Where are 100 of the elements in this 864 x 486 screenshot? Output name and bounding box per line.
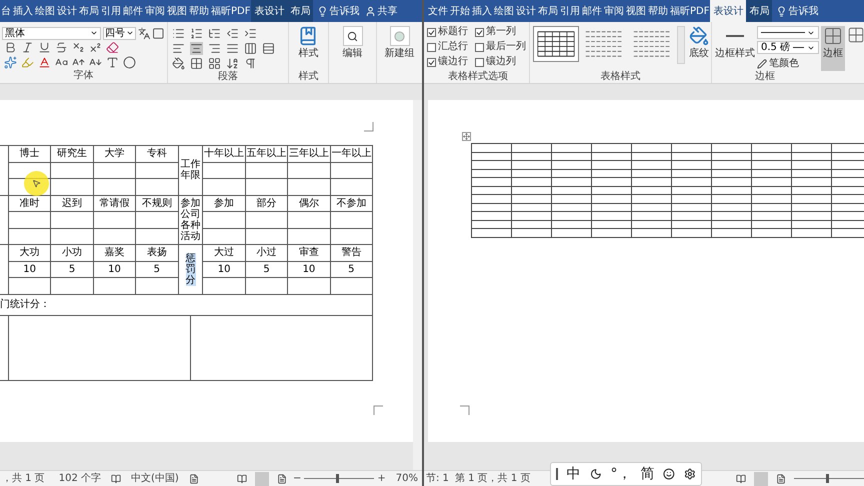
proofing-icon[interactable] — [111, 474, 121, 484]
enclose-character-icon[interactable] — [123, 56, 136, 69]
table-style-thumbnail[interactable] — [533, 26, 579, 62]
ribbon-tab[interactable]: 审阅 — [603, 0, 625, 22]
ribbon-tab[interactable]: 文件 — [427, 0, 449, 22]
moon-icon[interactable] — [590, 467, 602, 481]
ribbon-tab[interactable]: 绘图 — [493, 0, 515, 22]
checkbox[interactable]: 汇总行 — [427, 40, 471, 54]
web-layout-icon[interactable] — [776, 474, 786, 484]
ribbon-tab[interactable]: 插入 — [471, 0, 493, 22]
tell-me-button[interactable]: 告诉我 — [776, 0, 818, 22]
line-style-dropdown[interactable] — [757, 26, 819, 39]
subscript-icon[interactable] — [72, 41, 85, 54]
checkbox[interactable]: 镶边列 — [475, 55, 529, 69]
ribbon-tab[interactable]: 引用 — [100, 0, 122, 22]
styles-button[interactable]: 样式 — [298, 26, 318, 71]
pen-weight-dropdown[interactable]: 0.5 磅 — [757, 41, 819, 54]
ribbon-tab[interactable]: 布局 — [287, 0, 314, 22]
line-spacing-icon[interactable] — [262, 42, 275, 55]
asian-layout-icon[interactable] — [208, 57, 221, 70]
checkbox[interactable]: 第一列 — [475, 25, 529, 39]
read-mode-icon[interactable] — [236, 474, 247, 484]
input-mode-toggle[interactable]: 中 — [566, 464, 581, 484]
borders-icon[interactable] — [190, 57, 203, 70]
ribbon-tab[interactable]: 视图 — [625, 0, 647, 22]
text-effect-icon[interactable] — [4, 56, 17, 69]
document-icon[interactable] — [188, 474, 199, 484]
read-mode-icon[interactable] — [736, 474, 746, 484]
font-size-field[interactable]: 四号 — [102, 26, 136, 40]
character-shading-icon[interactable] — [106, 56, 119, 69]
drag-handle-icon[interactable] — [556, 468, 558, 480]
ribbon-tab[interactable]: 绘图 — [34, 0, 56, 22]
ribbon-tab[interactable]: 视图 — [166, 0, 188, 22]
script-toggle[interactable]: 简 — [640, 464, 654, 484]
align-center-button[interactable] — [190, 42, 203, 55]
checkbox[interactable]: 标题行 — [427, 25, 471, 39]
numbering-icon[interactable] — [190, 27, 203, 40]
ribbon-tab[interactable]: 引用 — [559, 0, 581, 22]
ribbon-tab[interactable]: 表设计 — [710, 0, 746, 22]
decrease-indent-icon[interactable] — [226, 27, 239, 40]
shading-icon[interactable] — [172, 57, 185, 70]
settings-icon[interactable] — [684, 467, 696, 481]
paragraph-mark-icon[interactable] — [244, 57, 257, 70]
ribbon-tab[interactable]: 福昕PDF — [210, 0, 252, 22]
font-color-icon[interactable] — [38, 56, 51, 69]
underline-icon[interactable] — [38, 41, 51, 54]
language-label[interactable]: 中文(中国) — [131, 471, 179, 486]
ribbon-tab[interactable]: 帮助 — [188, 0, 210, 22]
ribbon-tab[interactable]: 福昕PDF — [669, 0, 710, 22]
pen-color-button[interactable]: 笔颜色 — [757, 56, 819, 71]
ribbon-tab[interactable]: 设计 — [515, 0, 537, 22]
distributed-icon[interactable] — [244, 42, 257, 55]
ribbon-tab[interactable]: 邮件 — [122, 0, 144, 22]
borders-button[interactable]: 边框 — [821, 26, 845, 71]
zoom-thumb[interactable] — [336, 474, 339, 483]
ribbon-tab[interactable]: 布局 — [78, 0, 100, 22]
share-button[interactable]: 共享 — [365, 0, 398, 22]
align-left-icon[interactable] — [172, 42, 185, 55]
zoom-in-button[interactable]: + — [377, 471, 386, 486]
tell-me-button[interactable]: 告诉我 — [317, 0, 360, 22]
zoom-out-button[interactable]: − — [292, 471, 302, 486]
ribbon-tab[interactable]: 布局 — [746, 0, 772, 22]
checkbox[interactable]: 最后一列 — [475, 40, 529, 54]
ribbon-tab[interactable]: 开始 — [449, 0, 471, 22]
ribbon-tab[interactable]: 审阅 — [144, 0, 166, 22]
new-group-button[interactable]: 新建组 — [384, 26, 415, 61]
ribbon-tab[interactable]: 帮助 — [647, 0, 669, 22]
phonetic-guide-icon[interactable] — [138, 26, 150, 40]
multilevel-list-icon[interactable] — [208, 27, 221, 40]
bold-icon[interactable] — [4, 41, 17, 54]
font-name-field[interactable]: 黑体 — [2, 26, 101, 40]
scrollbar[interactable] — [413, 100, 422, 470]
zoom-percent[interactable]: 70% — [396, 471, 418, 486]
ribbon-tab[interactable]: 邮件 — [581, 0, 603, 22]
ribbon-tab[interactable]: 插入 — [12, 0, 34, 22]
clear-format-icon[interactable] — [106, 41, 119, 54]
align-right-icon[interactable] — [208, 42, 221, 55]
justify-icon[interactable] — [226, 42, 239, 55]
table-cell — [552, 170, 592, 178]
emoji-icon[interactable] — [663, 467, 676, 481]
border-styles-button[interactable]: 边框样式 — [715, 26, 755, 71]
table-cell — [752, 186, 792, 195]
checkbox[interactable]: 镶边行 — [427, 55, 471, 69]
zoom-thumb[interactable] — [826, 474, 828, 483]
punctuation-toggle[interactable]: °， — [610, 464, 632, 484]
web-layout-icon[interactable] — [276, 474, 287, 484]
superscript-icon[interactable] — [89, 41, 102, 54]
gallery-scrollbar[interactable] — [677, 26, 685, 64]
strikethrough-icon[interactable] — [55, 41, 68, 54]
ribbon-tab[interactable]: 布局 — [537, 0, 559, 22]
ribbon-tab[interactable]: 设计 — [56, 0, 78, 22]
increase-indent-icon[interactable] — [244, 27, 257, 40]
table-move-handle-icon[interactable] — [462, 132, 471, 141]
border-painter-icon[interactable] — [847, 26, 864, 44]
character-border-icon[interactable] — [152, 26, 166, 40]
italic-icon[interactable] — [21, 41, 34, 54]
shading-button[interactable]: 底纹 — [689, 26, 709, 61]
sort-icon[interactable] — [226, 57, 239, 70]
ribbon-tab[interactable]: 表设计 — [251, 0, 288, 22]
ribbon-tab[interactable]: 台 — [0, 0, 12, 22]
